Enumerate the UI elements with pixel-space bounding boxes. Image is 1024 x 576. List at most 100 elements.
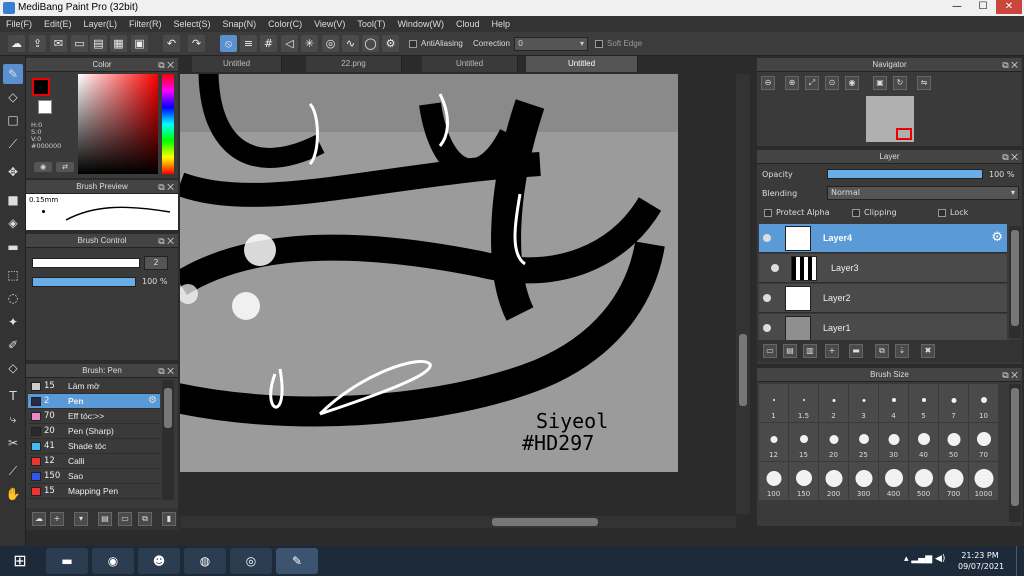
swap-color-icon[interactable]: ⇄ xyxy=(56,162,74,172)
layer-list-scrollbar[interactable] xyxy=(1009,226,1021,338)
browser-icon[interactable]: ◉ xyxy=(92,548,134,574)
hue-slider[interactable] xyxy=(162,74,174,174)
brush-size-cell[interactable]: 2 xyxy=(819,384,848,422)
menu-view[interactable]: View(V) xyxy=(308,16,351,32)
move-tool-icon[interactable]: ✥ xyxy=(3,162,23,182)
brush-item[interactable]: 20 Pen (Sharp) xyxy=(28,424,160,439)
layer-item-layer3[interactable]: Layer3 xyxy=(759,254,1007,283)
antialias-checkbox[interactable] xyxy=(409,40,417,48)
layer-folder-icon[interactable]: ▬ xyxy=(849,344,863,358)
brush-size-cell[interactable]: 5 xyxy=(909,384,938,422)
fit-screen-icon[interactable]: ▣ xyxy=(873,76,887,90)
document-canvas[interactable]: Siyeol #HD297 xyxy=(180,74,678,472)
new-halftone-layer-icon[interactable]: ▤ xyxy=(783,344,797,358)
brush-folder-icon[interactable]: ▭ xyxy=(118,512,132,526)
brush-size-cell[interactable]: 500 xyxy=(909,462,938,500)
brush-size-cell[interactable]: 15 xyxy=(789,423,818,461)
layer-item-layer1[interactable]: Layer1 xyxy=(759,314,1007,343)
panel-close-icon[interactable]: ⧉ ✕ xyxy=(158,180,174,194)
navigator-viewport[interactable] xyxy=(896,128,912,140)
operation-tool-icon[interactable]: ⤷ xyxy=(3,409,23,429)
scrollbar-thumb[interactable] xyxy=(739,334,747,406)
menu-filter[interactable]: Filter(R) xyxy=(123,16,168,32)
line-tool-icon[interactable]: ⟋ xyxy=(3,134,23,154)
brush-settings-gear-icon[interactable]: ⚙ xyxy=(148,395,157,406)
tab-untitled-active[interactable]: Untitled xyxy=(526,56,638,72)
brush-size-scrollbar[interactable] xyxy=(1009,384,1021,522)
save-icon[interactable]: ▣ xyxy=(131,35,148,52)
clock[interactable]: 21:23 PM 09/07/2021 xyxy=(958,550,1004,572)
select-pen-tool-icon[interactable]: ✐ xyxy=(3,335,23,355)
magic-wand-tool-icon[interactable]: ✦ xyxy=(3,312,23,332)
chrome-icon[interactable]: ◎ xyxy=(230,548,272,574)
settings-gear-icon[interactable]: ⚙ xyxy=(382,35,399,52)
visibility-eye-icon[interactable] xyxy=(763,324,771,332)
cloud-icon[interactable]: ☁ xyxy=(8,35,25,52)
foreground-color-swatch[interactable] xyxy=(32,78,50,96)
scrollbar-thumb[interactable] xyxy=(492,518,598,526)
protect-alpha-checkbox[interactable] xyxy=(764,209,772,217)
zoom-in-icon[interactable]: ⊕ xyxy=(785,76,799,90)
close-button[interactable]: ✕ xyxy=(996,0,1022,14)
visibility-eye-icon[interactable] xyxy=(771,264,779,272)
text-tool-icon[interactable]: T xyxy=(3,386,23,406)
rotate-icon[interactable]: ↻ xyxy=(893,76,907,90)
panel-close-icon[interactable]: ⧉ ✕ xyxy=(158,234,174,248)
file-explorer-icon[interactable]: ▬ xyxy=(46,548,88,574)
navigator-thumbnail[interactable] xyxy=(866,96,914,142)
layer-item-layer2[interactable]: Layer2 xyxy=(759,284,1007,313)
zalo-icon[interactable]: ◍ xyxy=(184,548,226,574)
delete-brush-icon[interactable]: ▮ xyxy=(162,512,176,526)
ellipse-snap-icon[interactable]: ◯ xyxy=(362,35,379,52)
menu-tool[interactable]: Tool(T) xyxy=(351,16,391,32)
layer-item-layer4[interactable]: Layer4 ⚙ xyxy=(759,224,1007,253)
saturation-value-picker[interactable] xyxy=(78,74,158,174)
menu-help[interactable]: Help xyxy=(485,16,516,32)
snap-off-icon[interactable]: ⦸ xyxy=(220,35,237,52)
menu-snap[interactable]: Snap(N) xyxy=(217,16,263,32)
brush-tool-icon[interactable]: ✎ xyxy=(3,64,23,84)
comment-icon[interactable]: ✉ xyxy=(50,35,67,52)
layer-settings-gear-icon[interactable]: ⚙ xyxy=(991,230,1003,245)
add-brush-menu-icon[interactable]: ▾ xyxy=(74,512,88,526)
brush-size-cell[interactable]: 700 xyxy=(939,462,968,500)
document-icon[interactable]: ▤ xyxy=(90,35,107,52)
palette-icon[interactable]: ◉ xyxy=(34,162,52,172)
crosshair-snap-icon[interactable]: # xyxy=(260,35,277,52)
zoom-out-icon[interactable]: ⊖ xyxy=(761,76,775,90)
cloud-brush-icon[interactable]: ☁ xyxy=(32,512,46,526)
bucket-tool-icon[interactable]: ◈ xyxy=(3,213,23,233)
brush-size-cell[interactable]: 25 xyxy=(849,423,878,461)
menu-file[interactable]: File(F) xyxy=(0,16,38,32)
menu-select[interactable]: Select(S) xyxy=(168,16,217,32)
select-eraser-tool-icon[interactable]: ◇ xyxy=(3,358,23,378)
scrollbar-thumb[interactable] xyxy=(1011,230,1019,326)
duplicate-layer-icon[interactable]: ⧉ xyxy=(875,344,889,358)
brush-size-cell[interactable]: 12 xyxy=(759,423,788,461)
brush-size-cell[interactable]: 50 xyxy=(939,423,968,461)
lasso-tool-icon[interactable]: ◌ xyxy=(3,288,23,308)
brush-item[interactable]: 15 Làm mờ xyxy=(28,379,160,394)
brush-size-cell[interactable]: 20 xyxy=(819,423,848,461)
maximize-button[interactable]: ☐ xyxy=(970,0,996,14)
tab-untitled-1[interactable]: Untitled xyxy=(192,56,282,72)
duplicate-brush-icon[interactable]: ⧉ xyxy=(138,512,152,526)
curve-snap-icon[interactable]: ∿ xyxy=(342,35,359,52)
redo-icon[interactable]: ↷ xyxy=(188,35,205,52)
brush-item-selected[interactable]: 2 Pen ⚙ xyxy=(28,394,160,409)
tab-untitled-2[interactable]: Untitled xyxy=(422,56,518,72)
show-desktop-button[interactable] xyxy=(1016,546,1024,576)
brush-list-scrollbar[interactable] xyxy=(162,380,174,500)
new-8bit-layer-icon[interactable]: ▥ xyxy=(803,344,817,358)
menu-color[interactable]: Color(C) xyxy=(262,16,308,32)
visibility-eye-icon[interactable] xyxy=(763,294,771,302)
circle-snap-icon[interactable]: ◎ xyxy=(322,35,339,52)
vanishing-snap-icon[interactable]: ◁ xyxy=(281,35,298,52)
add-brush-icon[interactable]: + xyxy=(50,512,64,526)
visibility-eye-icon[interactable] xyxy=(763,234,771,242)
start-button[interactable]: ⊞ xyxy=(2,548,38,574)
flip-icon[interactable]: ⇋ xyxy=(917,76,931,90)
gradient-tool-icon[interactable]: ▬ xyxy=(3,237,23,257)
brush-size-cell[interactable]: 1000 xyxy=(969,462,998,500)
brush-properties-icon[interactable]: ▤ xyxy=(98,512,112,526)
